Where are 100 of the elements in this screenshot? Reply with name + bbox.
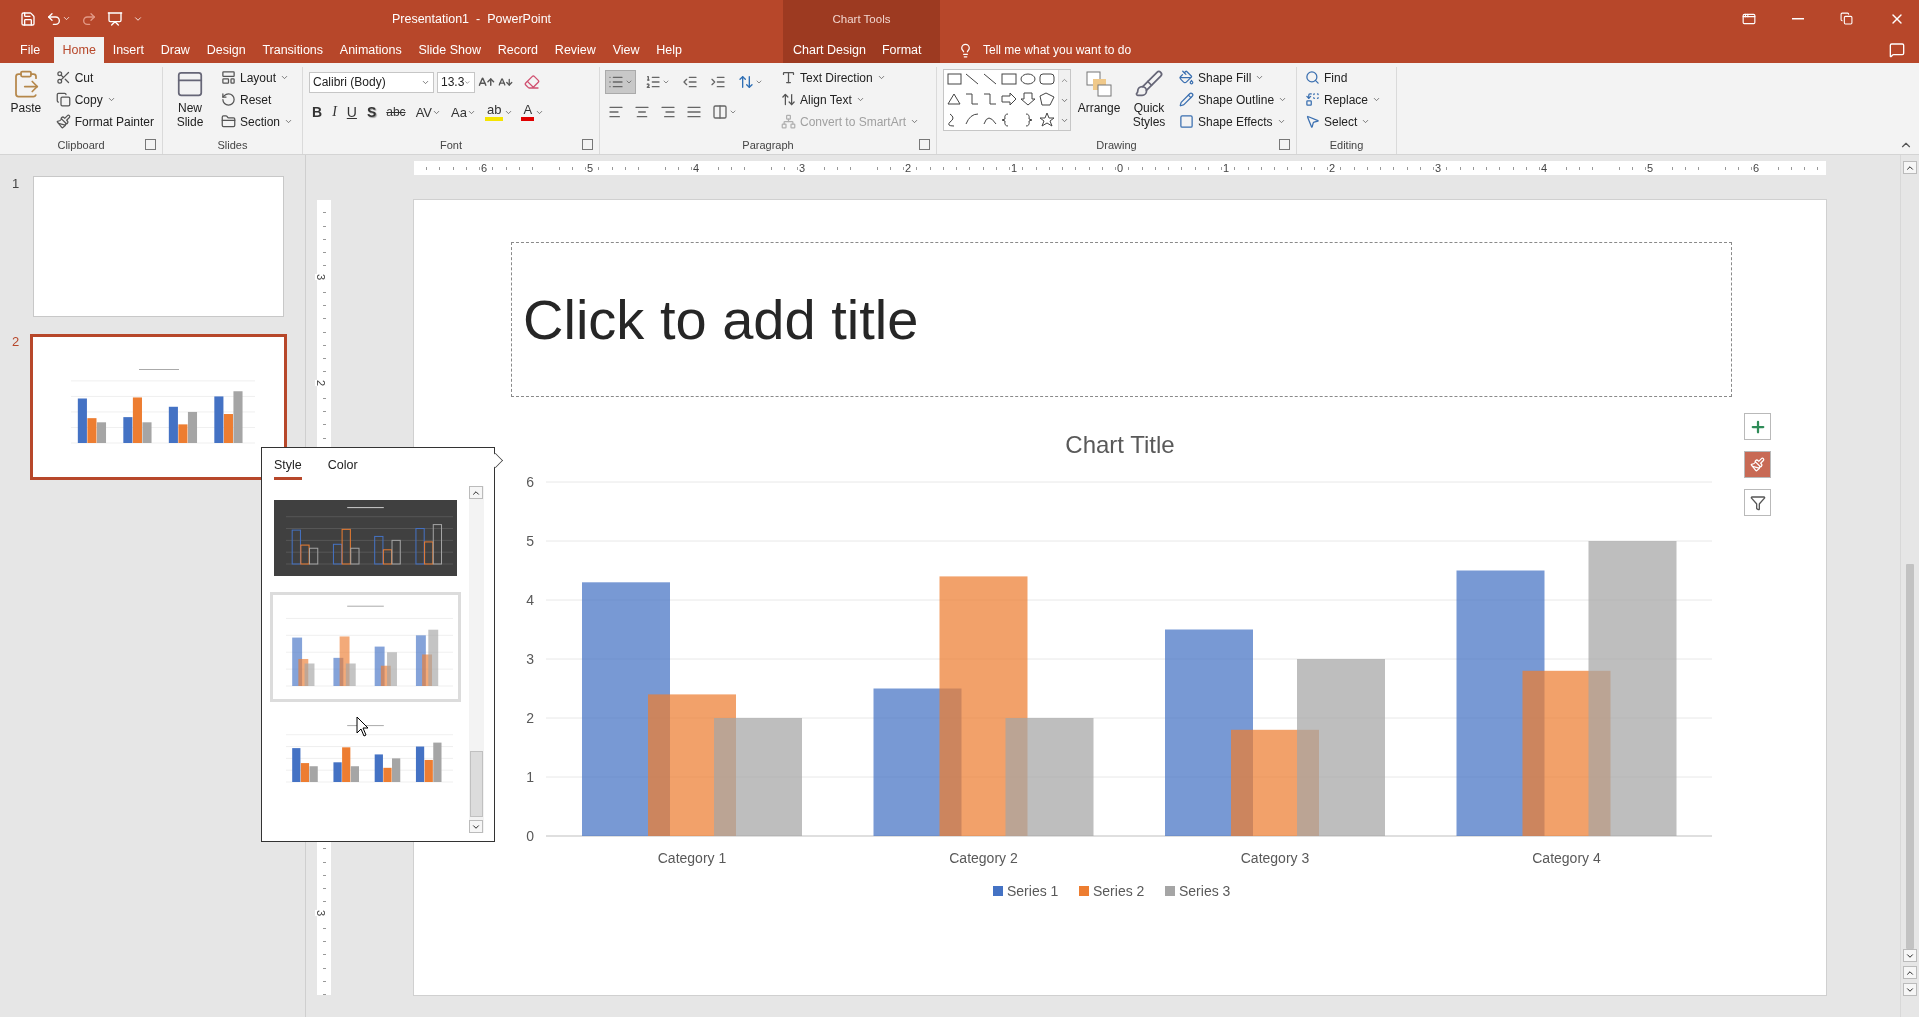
restore-icon	[1840, 12, 1853, 25]
window-title: Presentation1 - PowerPoint	[390, 10, 553, 28]
format-button[interactable]: abc	[383, 101, 409, 123]
minimize-button[interactable]	[1792, 17, 1804, 20]
ribbon-tab[interactable]: Animations	[331, 37, 411, 63]
columns-icon	[712, 104, 728, 120]
scroll-thumb[interactable]	[470, 751, 483, 817]
ribbon-button[interactable]: Layout	[219, 67, 296, 88]
chart-side-button[interactable]	[1744, 489, 1771, 516]
ribbon-large-button[interactable]: Arrange	[1077, 67, 1121, 118]
format-button[interactable]: I	[329, 101, 340, 123]
restore-button[interactable]	[1840, 12, 1853, 25]
ribbon-large-button[interactable]: Quick Styles	[1127, 67, 1171, 132]
ribbon-tab[interactable]: View	[604, 37, 648, 63]
ribbon-button[interactable]: Reset	[219, 89, 296, 110]
scroll-up-button[interactable]	[469, 486, 483, 499]
lightbulb-icon	[958, 42, 973, 58]
group-label: Editing	[1329, 139, 1364, 151]
axis-label: 2	[526, 710, 534, 726]
ruler-number: 3	[315, 909, 328, 917]
ribbon-tab[interactable]: Draw	[152, 37, 199, 63]
paintbrush-icon	[1750, 457, 1765, 472]
filter-icon	[1749, 494, 1766, 511]
scroll-up-button[interactable]	[1903, 161, 1917, 174]
ribbon-tab[interactable]: Slide Show	[410, 37, 490, 63]
comments-button[interactable]	[1889, 42, 1905, 58]
cursor-icon	[356, 716, 370, 737]
format-button[interactable]: Aa	[448, 101, 479, 123]
ruler-number: 1	[1009, 162, 1019, 174]
paint-bucket-icon	[1179, 70, 1194, 85]
ruler-number: 3	[315, 273, 328, 281]
align-left-icon	[608, 104, 624, 120]
font-size-field[interactable]: 13.3	[437, 71, 475, 93]
tell-me-field[interactable]: Tell me what you want to do	[983, 43, 1879, 57]
popup-scrollbar[interactable]	[469, 486, 484, 833]
category-label: Category 4	[1532, 850, 1601, 866]
dialog-launcher-button[interactable]	[1279, 139, 1290, 150]
chart-side-button[interactable]	[1744, 413, 1771, 440]
font-name-field[interactable]: Calibri (Body)	[309, 71, 434, 93]
redo-button[interactable]	[81, 10, 97, 27]
ribbon-tab[interactable]: Help	[647, 37, 691, 63]
format-button[interactable]: AV	[412, 101, 444, 123]
ruler-number: 5	[585, 162, 595, 174]
popup-tab[interactable]: Color	[327, 456, 358, 480]
file-tab[interactable]: File	[6, 37, 55, 63]
ribbon-tab[interactable]: Review	[546, 37, 605, 63]
undo-button[interactable]	[46, 10, 71, 27]
ribbon-button[interactable]: Copy	[53, 89, 156, 110]
ribbon-tab[interactable]: Design	[198, 37, 254, 63]
minimize-icon	[1792, 17, 1804, 20]
ribbon-button[interactable]: Replace	[1303, 89, 1384, 110]
scroll-down-button[interactable]	[469, 820, 483, 833]
caret-icon	[1278, 95, 1288, 104]
ribbon-button[interactable]: Select	[1303, 111, 1384, 132]
dialog-launcher-button[interactable]	[582, 139, 593, 150]
present-button[interactable]	[107, 10, 123, 27]
dialog-launcher-button[interactable]	[145, 139, 156, 150]
slide-thumbnail[interactable]	[33, 176, 284, 317]
ribbon-button[interactable]: Text Direction	[779, 67, 922, 88]
layout-icon	[221, 70, 236, 85]
ribbon-tab[interactable]: Transitions	[254, 37, 332, 63]
ribbon-tab[interactable]: Chart Design	[785, 37, 874, 63]
next-slide-button[interactable]	[1903, 983, 1917, 996]
chart-side-button[interactable]	[1744, 451, 1771, 478]
ribbon-large-button[interactable]: New Slide	[169, 67, 211, 132]
title-placeholder[interactable]: Click to add title	[511, 242, 1732, 397]
ribbon-button[interactable]: Shape Outline	[1177, 89, 1290, 110]
scroll-thumb[interactable]	[1906, 564, 1914, 949]
group-label: Paragraph	[742, 139, 794, 151]
format-button[interactable]: U	[343, 101, 360, 123]
clear-format-button[interactable]	[524, 74, 540, 90]
ribbon-tab[interactable]: Record	[489, 37, 547, 63]
popup-tab[interactable]: Style	[274, 456, 302, 480]
ribbon-button[interactable]: Format Painter	[53, 111, 156, 132]
format-button[interactable]: S	[363, 101, 380, 123]
ribbon-button[interactable]: Shape Fill	[1177, 67, 1290, 88]
slide-number: 2	[11, 334, 21, 349]
previous-slide-button[interactable]	[1903, 966, 1917, 979]
legend-label: Series 3	[1179, 883, 1231, 899]
ribbon-tab[interactable]: Format	[873, 37, 930, 63]
ribbon-button[interactable]: Shape Effects	[1177, 111, 1290, 132]
font-color-button[interactable]: A	[519, 101, 547, 123]
ribbon-button[interactable]: Find	[1303, 67, 1384, 88]
scroll-down-button[interactable]	[1903, 949, 1917, 962]
axis-label: 6	[526, 474, 534, 490]
save-button[interactable]	[20, 10, 36, 27]
ribbon-button[interactable]: Cut	[53, 67, 156, 88]
ribbon-display-button[interactable]	[1742, 11, 1756, 26]
ribbon-button[interactable]: Align Text	[779, 89, 922, 110]
caret-icon	[625, 78, 633, 86]
bullets-button[interactable]	[606, 71, 635, 93]
ribbon-button[interactable]: Section	[219, 111, 296, 132]
ribbon-tab[interactable]: Insert	[104, 37, 153, 63]
slide-number: 1	[11, 176, 21, 191]
highlight-button[interactable]: ab	[482, 101, 516, 123]
format-button[interactable]: B	[309, 101, 326, 123]
copy-icon	[55, 92, 71, 107]
ribbon-large-button[interactable]: Paste	[6, 67, 46, 118]
dialog-launcher-button[interactable]	[919, 139, 930, 150]
ribbon-tab[interactable]: Home	[54, 37, 105, 63]
